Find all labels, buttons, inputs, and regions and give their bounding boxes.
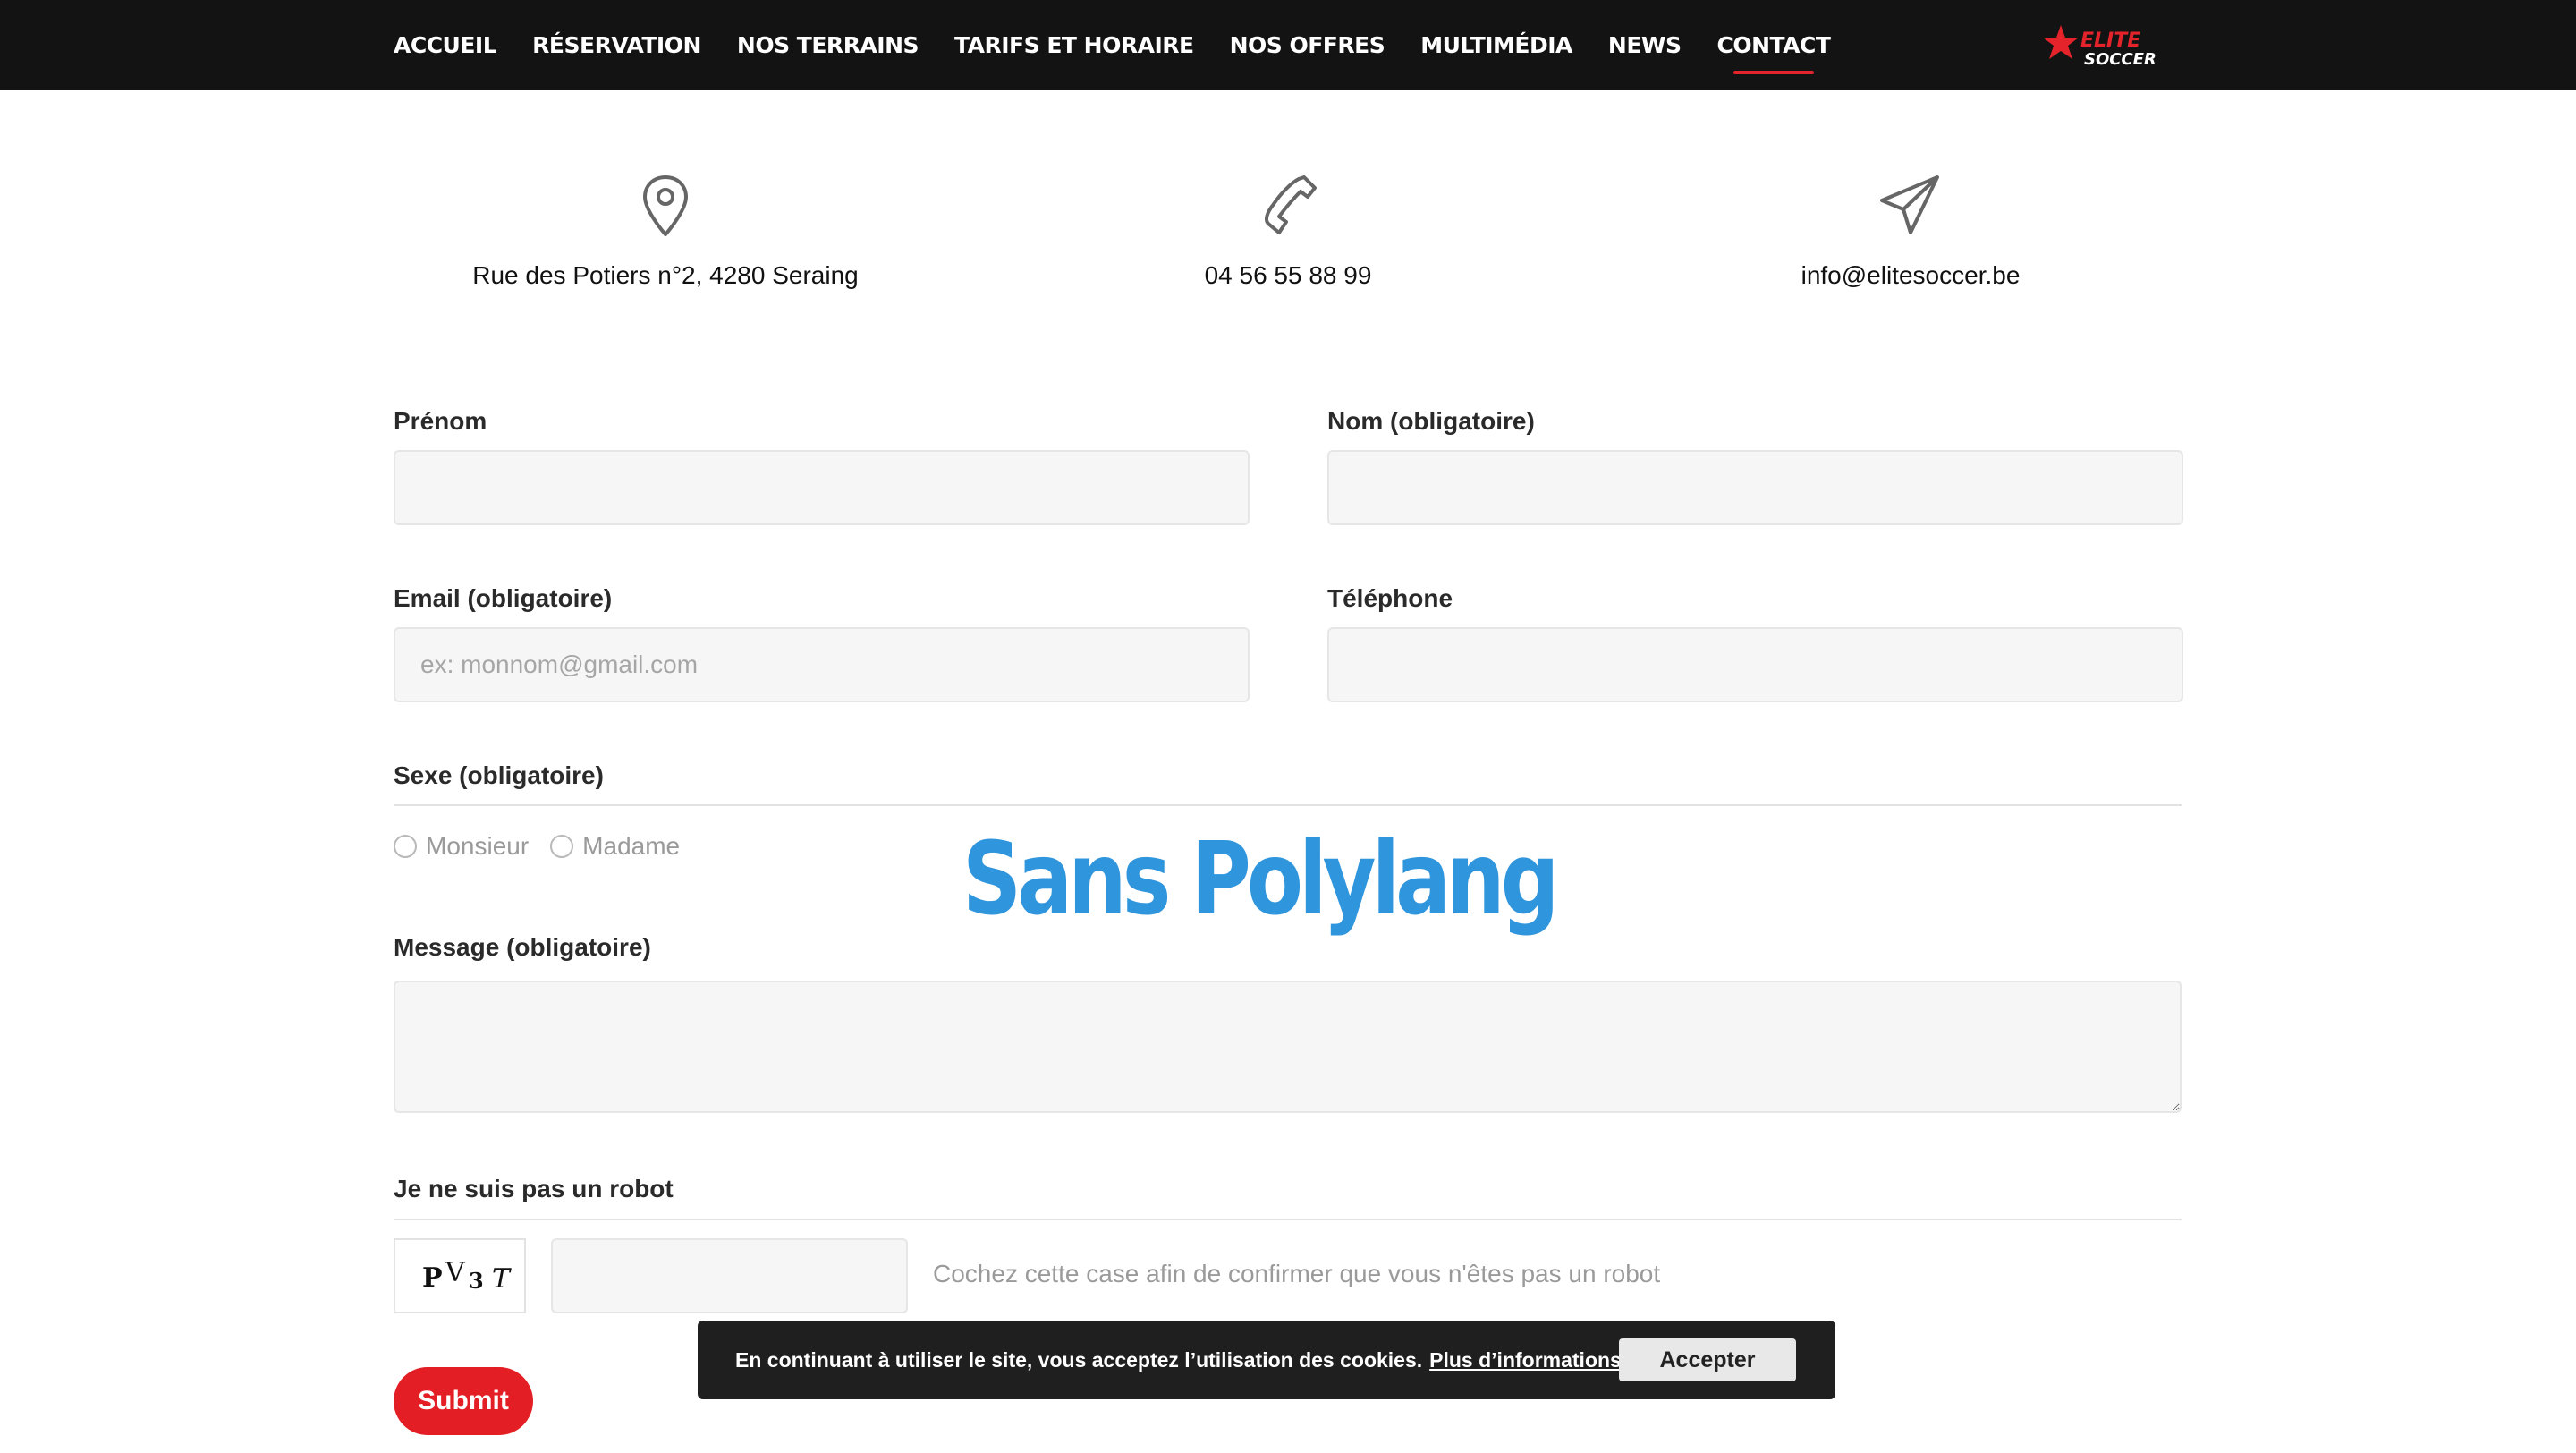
lastname-input[interactable] [1327,450,2183,525]
overlay-caption: Sans Polylang [962,821,1559,938]
submit-button[interactable]: Submit [394,1367,533,1435]
main-nav: ACCUEIL RÉSERVATION NOS TERRAINS TARIFS … [394,0,1866,90]
captcha-help-text: Cochez cette case afin de confirmer que … [933,1260,1661,1287]
email-label: Email (obligatoire) [394,584,613,612]
contact-phone-block: 04 56 55 88 99 [975,170,1601,290]
captcha-graphic: P V 3 T [422,1257,512,1295]
radio-monsieur-label: Monsieur [426,832,530,860]
captcha-char-4: T [492,1263,512,1295]
logo-bottom-text: SOCCER [2084,50,2157,69]
phone-label: Téléphone [1327,584,1453,612]
phone-input[interactable] [1327,627,2183,702]
cookie-text: En continuant à utiliser le site, vous a… [735,1347,1423,1372]
gender-label: Sexe (obligatoire) [394,761,604,789]
nav-item-multimedia[interactable]: MULTIMÉDIA [1420,32,1572,58]
captcha-image: P V 3 T [394,1238,526,1313]
contact-address: Rue des Potiers n°2, 4280 Seraing [472,261,859,289]
paper-plane-icon [1880,175,1939,234]
email-input[interactable] [394,627,1250,702]
captcha-char-1: P [422,1262,443,1294]
nav-item-nos-terrains[interactable]: NOS TERRAINS [737,32,919,58]
radio-madame-label: Madame [582,832,681,860]
robot-label: Je ne suis pas un robot [394,1175,674,1202]
map-pin-icon [643,175,688,236]
radio-monsieur[interactable] [394,835,417,858]
contact-email-block: info@elitesoccer.be [1597,170,2224,290]
contact-address-block: Rue des Potiers n°2, 4280 Seraing [352,170,979,290]
elite-soccer-logo[interactable]: ELITE SOCCER [2043,20,2177,70]
gender-radio-group: Monsieur Madame [394,832,701,861]
gender-divider [394,804,2182,806]
message-label: Message (obligatoire) [394,933,651,961]
contact-phone[interactable]: 04 56 55 88 99 [975,261,1601,290]
robot-divider [394,1219,2182,1220]
nav-item-reservation[interactable]: RÉSERVATION [532,32,701,58]
nav-item-contact[interactable]: CONTACT [1717,32,1831,74]
logo-top-text: ELITE [2080,30,2140,52]
gender-option-monsieur[interactable]: Monsieur [394,832,529,861]
captcha-input[interactable] [551,1238,908,1313]
nav-item-nos-offres[interactable]: NOS OFFRES [1230,32,1385,58]
gender-option-madame[interactable]: Madame [550,832,680,861]
firstname-label: Prénom [394,407,487,435]
logo-star-icon [2043,25,2079,59]
radio-madame[interactable] [550,835,574,858]
nav-item-accueil[interactable]: ACCUEIL [394,32,497,58]
nav-item-news[interactable]: NEWS [1608,32,1682,58]
lastname-label: Nom (obligatoire) [1327,407,1535,435]
contact-email[interactable]: info@elitesoccer.be [1597,261,2224,290]
cookie-accept-button[interactable]: Accepter [1619,1338,1796,1381]
cookie-more-info-link[interactable]: Plus d’informations [1429,1348,1622,1372]
top-navbar: ACCUEIL RÉSERVATION NOS TERRAINS TARIFS … [0,0,2576,90]
cookie-banner: En continuant à utiliser le site, vous a… [698,1321,1835,1399]
captcha-char-3: 3 [469,1268,484,1294]
message-textarea[interactable] [394,981,2182,1113]
firstname-input[interactable] [394,450,1250,525]
phone-icon [1265,175,1317,234]
captcha-char-2: V [445,1257,466,1288]
nav-item-tarifs-et-horaire[interactable]: TARIFS ET HORAIRE [954,32,1194,58]
